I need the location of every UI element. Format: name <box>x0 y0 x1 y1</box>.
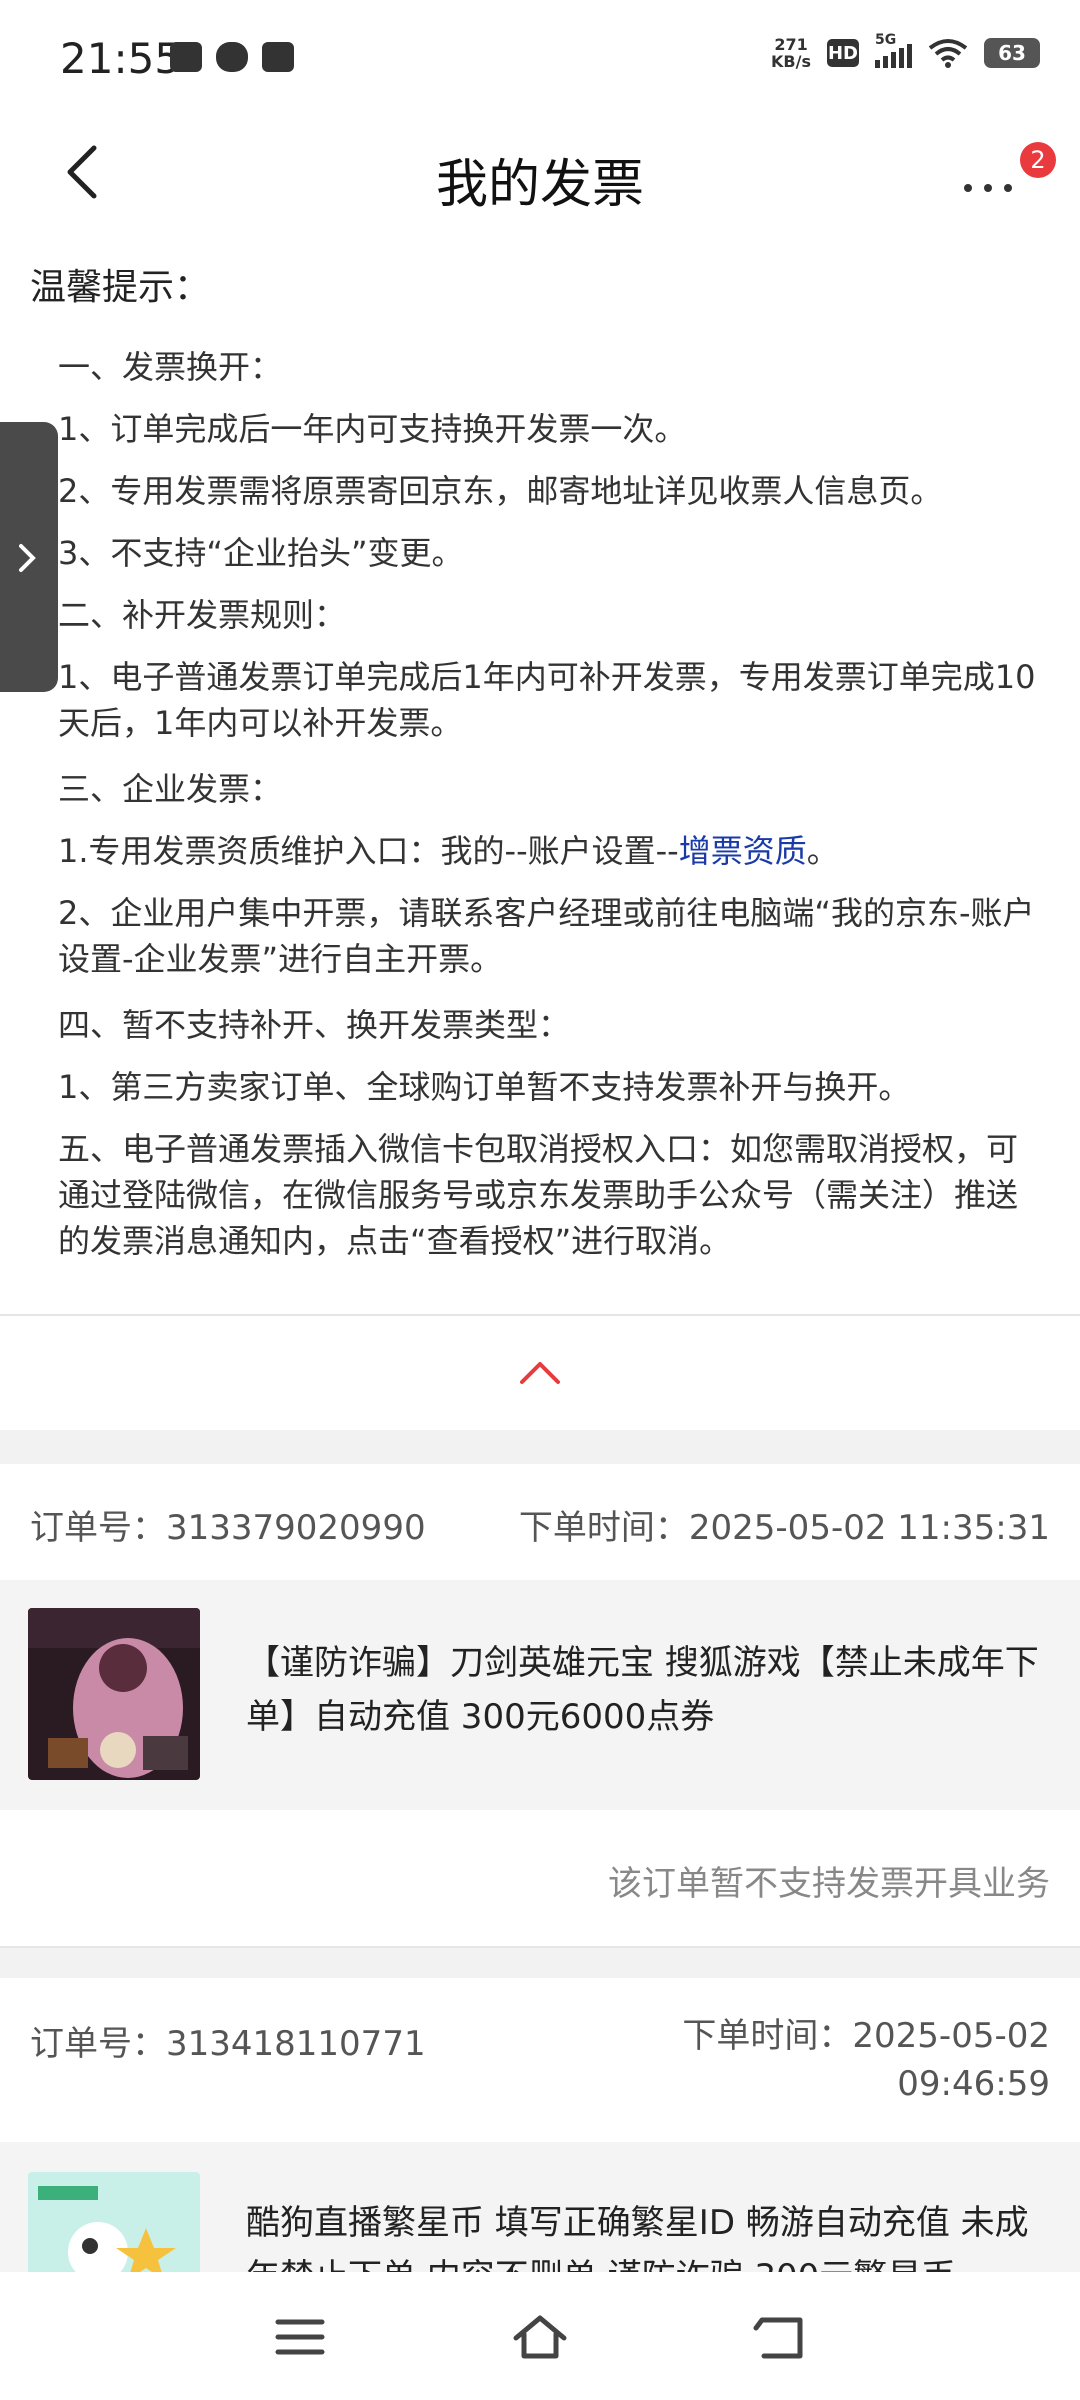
tip-line: 3、不支持“企业抬头”变更。 <box>58 534 464 572</box>
tip-line: 1、订单完成后一年内可支持换开发票一次。 <box>58 410 687 448</box>
network-speed: 271 KB/s <box>771 35 811 71</box>
chevron-right-icon <box>19 544 36 572</box>
product-thumbnail <box>28 2172 200 2272</box>
product-name: 酷狗直播繁星币 填写正确繁星ID 畅游自动充值 未成年禁止下单 内容不删单 谨防… <box>246 2203 1029 2272</box>
tip-line: 三、企业发票： <box>58 770 283 808</box>
signal-icon: 5G <box>875 32 912 68</box>
side-drawer-handle[interactable] <box>0 422 58 692</box>
battery-icon: 63 <box>984 38 1040 68</box>
tip-line: 2、企业用户集中开票，请联系客户经理或前往电脑端“我的京东-账户设置-企业发票”… <box>58 894 1035 978</box>
section-gap <box>0 1948 1080 1978</box>
home-icon <box>513 2315 567 2359</box>
recent-apps-button[interactable] <box>270 2312 330 2362</box>
hd-icon: HD <box>827 39 859 67</box>
tip-line: 1、电子普通发票订单完成后1年内可补开发票，专用发票订单完成10天后，1年内可以… <box>58 658 1036 742</box>
vat-qualification-link[interactable]: 增票资质 <box>679 832 807 870</box>
order-time: 下单时间：2025-05-02 09:46:59 <box>682 2016 1050 2104</box>
more-button[interactable]: 2 <box>960 138 1056 208</box>
order-time: 下单时间：2025-05-02 11:35:31 <box>518 1508 1050 1548</box>
product-thumbnail <box>28 1608 200 1780</box>
tips-title: 温馨提示： <box>30 267 211 308</box>
notification-icons <box>170 42 294 72</box>
tip-line: 四、暂不支持补开、换开发票类型： <box>58 1006 571 1044</box>
mail-notification-icon <box>262 42 294 72</box>
home-button[interactable] <box>510 2312 570 2362</box>
tip-line: 2、专用发票需将原票寄回京东，邮寄地址详见收票人信息页。 <box>58 472 943 510</box>
tip-line: 1.专用发票资质维护入口：我的--账户设置--增票资质。 <box>58 832 839 870</box>
chevron-up-icon <box>520 1362 560 1384</box>
notification-badge: 2 <box>1020 142 1056 178</box>
sync-notification-icon <box>216 42 248 72</box>
order-number: 订单号：313418110771 <box>30 2024 426 2064</box>
system-navigation-bar <box>0 2272 1080 2400</box>
invoice-unavailable-note: 该订单暂不支持发票开具业务 <box>608 1864 1050 1904</box>
menu-icon <box>275 2319 325 2355</box>
tip-line: 一、发票换开： <box>58 348 283 386</box>
clock: 21:55 <box>60 34 182 83</box>
more-icon <box>964 184 1012 192</box>
tip-line: 二、补开发票规则： <box>58 596 347 634</box>
app-notification-icon <box>170 42 202 72</box>
order-header: 订单号：313418110771 下单时间：2025-05-02 09:46:5… <box>30 2016 1050 2104</box>
tip-line: 1、第三方卖家订单、全球购订单暂不支持发票补开与换开。 <box>58 1068 911 1106</box>
back-nav-button[interactable] <box>750 2312 810 2362</box>
section-gap <box>0 1430 1080 1464</box>
tip-line: 五、电子普通发票插入微信卡包取消授权入口：如您需取消授权，可通过登陆微信，在微信… <box>58 1130 1019 1260</box>
nav-bar: 我的发票 2 <box>0 118 1080 230</box>
status-bar: 21:55 271 KB/s HD 5G 63 <box>0 0 1080 118</box>
wifi-icon <box>928 39 968 68</box>
product-name: 【谨防诈骗】刀剑英雄元宝 搜狐游戏【禁止未成年下单】自动充值 300元6000点… <box>246 1643 1039 1737</box>
product-row[interactable]: 【谨防诈骗】刀剑英雄元宝 搜狐游戏【禁止未成年下单】自动充值 300元6000点… <box>0 1580 1080 1810</box>
collapse-tips-button[interactable] <box>0 1316 1080 1430</box>
product-row[interactable]: 酷狗直播繁星币 填写正确繁星ID 畅游自动充值 未成年禁止下单 内容不删单 谨防… <box>0 2142 1080 2272</box>
back-icon <box>753 2317 803 2359</box>
order-number: 订单号：313379020990 <box>30 1508 426 1548</box>
page-title: 我的发票 <box>435 155 644 215</box>
